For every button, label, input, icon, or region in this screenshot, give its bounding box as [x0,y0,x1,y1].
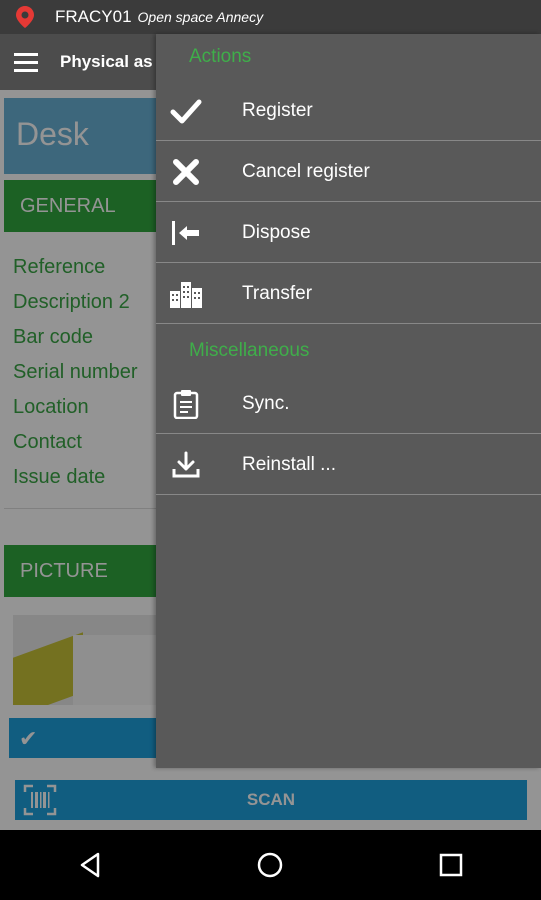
menu-item-register[interactable]: Register [156,81,541,141]
back-icon[interactable] [60,835,120,895]
menu-item-label: Reinstall ... [242,453,336,475]
menu-item-transfer[interactable]: Transfer [156,264,541,324]
menu-item-label: Register [242,99,313,121]
menu-item-dispose[interactable]: Dispose [156,203,541,263]
status-bar: FRACY01 Open space Annecy [0,0,541,34]
menu-group-actions: Actions [189,46,252,67]
menu-item-label: Cancel register [242,160,370,182]
home-icon[interactable] [240,835,300,895]
dispose-icon [156,203,216,263]
app-title: Physical as [60,52,153,71]
menu-group-misc: Miscellaneous [189,340,310,361]
location-pin-icon [16,6,38,28]
status-subtitle: Open space Annecy [137,9,264,25]
actions-menu: Actions Register Cancel register Dispose… [156,34,541,768]
clipboard-icon [156,374,216,434]
close-icon [156,142,216,202]
buildings-icon [156,264,216,324]
menu-item-label: Dispose [242,221,311,243]
check-icon [156,81,216,141]
system-nav-bar [0,830,541,900]
menu-item-reinstall[interactable]: Reinstall ... [156,435,541,495]
status-title: FRACY01 [55,7,132,26]
menu-item-label: Transfer [242,282,313,304]
recents-icon[interactable] [421,835,481,895]
menu-item-label: Sync. [242,392,290,414]
hamburger-menu-icon[interactable] [14,50,38,74]
download-icon [156,435,216,495]
menu-item-sync[interactable]: Sync. [156,374,541,434]
menu-item-cancel-register[interactable]: Cancel register [156,142,541,202]
